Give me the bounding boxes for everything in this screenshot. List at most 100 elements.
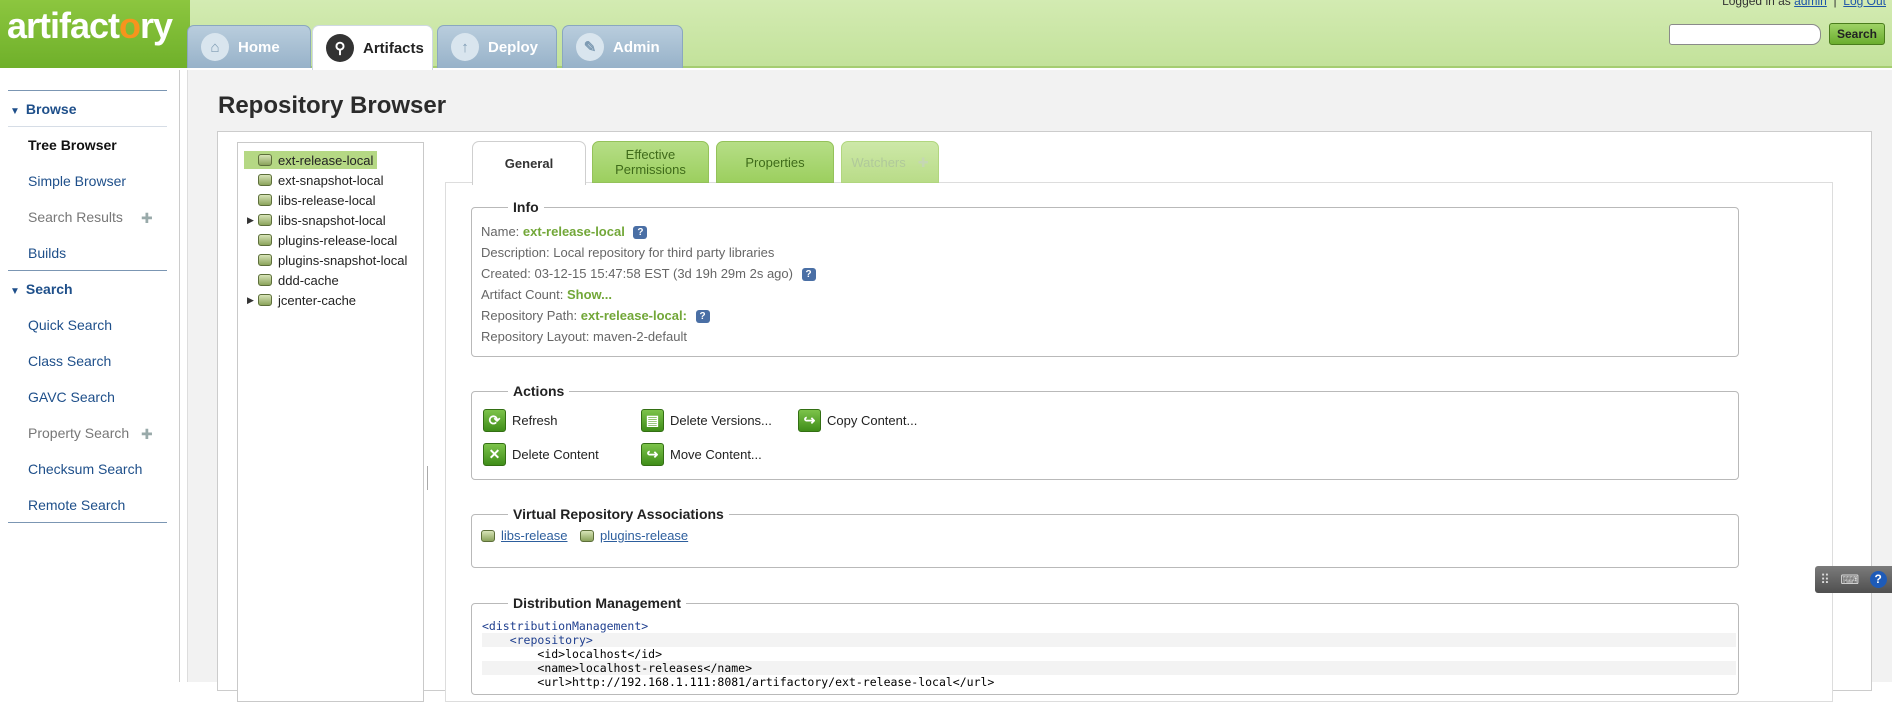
tab-home-label: Home xyxy=(238,38,280,56)
delete-icon: ✕ xyxy=(483,443,506,466)
sidebar-item-checksum-search[interactable]: Checksum Search xyxy=(28,461,142,477)
tree-node-label: ext-snapshot-local xyxy=(278,172,384,188)
distribution-legend: Distribution Management xyxy=(513,595,682,611)
sidebar-item-tree-browser[interactable]: Tree Browser xyxy=(28,137,117,153)
expand-arrow-icon[interactable]: ▶ xyxy=(247,295,254,306)
sidebar-divider xyxy=(8,270,167,271)
tree-node[interactable]: ext-snapshot-local xyxy=(258,171,384,189)
header-search-button[interactable]: Search xyxy=(1829,23,1885,45)
tree-node-label: jcenter-cache xyxy=(278,292,357,308)
repository-icon xyxy=(258,294,272,306)
show-artifact-count-link[interactable]: Show... xyxy=(567,287,612,302)
tree-node-label: plugins-snapshot-local xyxy=(278,252,408,268)
help-icon[interactable]: ? xyxy=(801,268,816,282)
search-icon: ⚲ xyxy=(326,34,354,62)
login-prefix: Logged in as xyxy=(1722,0,1791,8)
expand-arrow-icon[interactable]: ▶ xyxy=(247,215,254,226)
tab-home[interactable]: ⌂ Home xyxy=(187,25,311,68)
tree-node-label: ext-release-local xyxy=(278,152,374,168)
sidebar-divider xyxy=(8,90,167,91)
header-bar: artifactory ⌂ Home ⚲ Artifacts ↑ Deploy … xyxy=(0,0,1892,70)
move-content-label: Move Content... xyxy=(670,447,762,462)
sidebar-divider xyxy=(8,522,167,523)
header-search-input[interactable] xyxy=(1669,24,1821,45)
copy-content-label: Copy Content... xyxy=(827,413,918,428)
virtual-repo-link[interactable]: plugins-release xyxy=(600,528,688,543)
tree-node[interactable]: libs-release-local xyxy=(258,191,376,209)
sidebar-item-property-search[interactable]: Property Search xyxy=(28,425,129,441)
wrench-icon: ✎ xyxy=(576,33,604,61)
virtual-repo-item[interactable]: libs-release xyxy=(481,528,567,543)
virtual-repo-link[interactable]: libs-release xyxy=(501,528,567,543)
move-icon: ↪ xyxy=(641,443,664,466)
sidebar-heading-browse[interactable]: ▼ Browse xyxy=(10,101,76,117)
code-line: <name>localhost-releases</name> xyxy=(482,661,1736,675)
copy-icon: ↪ xyxy=(798,409,821,432)
info-legend: Info xyxy=(513,199,539,215)
tab-properties[interactable]: Properties xyxy=(716,141,834,183)
info-artifact-count-row: Artifact Count: Show... xyxy=(481,287,612,302)
artifact-count-label: Artifact Count: xyxy=(481,287,564,302)
tree-node[interactable]: libs-snapshot-local xyxy=(258,211,386,229)
keyboard-icon[interactable]: ⌨ xyxy=(1840,572,1859,588)
info-description: Description: Local repository for third … xyxy=(481,245,775,260)
help-icon[interactable]: ? xyxy=(633,226,648,240)
info-created-row: Created: 03-12-15 15:47:58 EST (3d 19h 2… xyxy=(481,266,816,282)
tree-node[interactable]: ext-release-local xyxy=(244,151,378,169)
code-line: <repository> xyxy=(482,633,1736,647)
sidebar-item-search-results[interactable]: Search Results xyxy=(28,209,123,225)
tree-node-label: libs-release-local xyxy=(278,192,376,208)
panel-splitter-handle[interactable] xyxy=(427,466,429,490)
tab-artifacts[interactable]: ⚲ Artifacts xyxy=(312,25,433,70)
distribution-code-block: <distributionManagement> <repository> <i… xyxy=(482,619,1736,689)
floating-toolbar: ⠿ ⌨ ? xyxy=(1815,566,1892,593)
tree-node[interactable]: plugins-release-local xyxy=(258,231,397,249)
tab-effective-permissions[interactable]: Effective Permissions xyxy=(592,141,709,183)
repository-icon xyxy=(258,254,272,266)
delete-content-button[interactable]: ✕ Delete Content xyxy=(483,443,599,466)
tab-deploy[interactable]: ↑ Deploy xyxy=(437,25,557,68)
sidebar-item-simple-browser[interactable]: Simple Browser xyxy=(28,173,126,189)
created-text: Created: 03-12-15 15:47:58 EST (3d 19h 2… xyxy=(481,266,793,281)
repository-icon xyxy=(580,529,594,542)
help-icon[interactable]: ? xyxy=(695,310,710,324)
home-icon: ⌂ xyxy=(201,33,229,61)
repository-icon xyxy=(258,214,272,226)
info-repo-path-row: Repository Path: ext-release-local: ? xyxy=(481,308,710,324)
sidebar-heading-search[interactable]: ▼ Search xyxy=(10,281,73,297)
copy-content-button[interactable]: ↪ Copy Content... xyxy=(798,409,917,432)
tree-node[interactable]: plugins-snapshot-local xyxy=(258,251,407,269)
puzzle-piece-icon: ✚ xyxy=(141,210,153,226)
delete-versions-button[interactable]: ▤ Delete Versions... xyxy=(641,409,772,432)
actions-legend: Actions xyxy=(513,383,565,399)
name-label: Name: xyxy=(481,224,520,239)
info-name-row: Name: ext-release-local ? xyxy=(481,224,648,240)
collapse-triangle-icon: ▼ xyxy=(10,106,20,117)
sidebar-item-class-search[interactable]: Class Search xyxy=(28,353,111,369)
upload-icon: ↑ xyxy=(451,33,479,61)
username-link[interactable]: admin xyxy=(1794,0,1827,8)
tab-watchers[interactable]: Watchers ✚ xyxy=(841,141,939,183)
sidebar-item-quick-search[interactable]: Quick Search xyxy=(28,317,112,333)
page-title: Repository Browser xyxy=(218,92,447,119)
sidebar-item-builds[interactable]: Builds xyxy=(28,245,66,261)
sidebar-item-remote-search[interactable]: Remote Search xyxy=(28,497,125,513)
tab-admin[interactable]: ✎ Admin xyxy=(562,25,683,68)
logout-link[interactable]: Log Out xyxy=(1843,0,1886,8)
tab-general[interactable]: General xyxy=(472,141,586,185)
tree-node[interactable]: jcenter-cache xyxy=(258,291,356,309)
sidebar-item-gavc-search[interactable]: GAVC Search xyxy=(28,389,115,405)
refresh-label: Refresh xyxy=(512,413,558,428)
tree-node-label: plugins-release-local xyxy=(278,232,398,248)
virtual-repo-item[interactable]: plugins-release xyxy=(580,528,688,543)
grip-icon[interactable]: ⠿ xyxy=(1820,572,1830,588)
move-content-button[interactable]: ↪ Move Content... xyxy=(641,443,762,466)
help-icon[interactable]: ? xyxy=(1869,571,1887,588)
refresh-icon: ⟳ xyxy=(483,409,506,432)
tab-admin-label: Admin xyxy=(613,38,660,56)
tree-node[interactable]: ddd-cache xyxy=(258,271,339,289)
refresh-button[interactable]: ⟳ Refresh xyxy=(483,409,558,432)
puzzle-piece-icon: ✚ xyxy=(141,426,153,442)
artifactory-logo[interactable]: artifactory xyxy=(0,0,190,68)
repository-icon xyxy=(258,174,272,186)
